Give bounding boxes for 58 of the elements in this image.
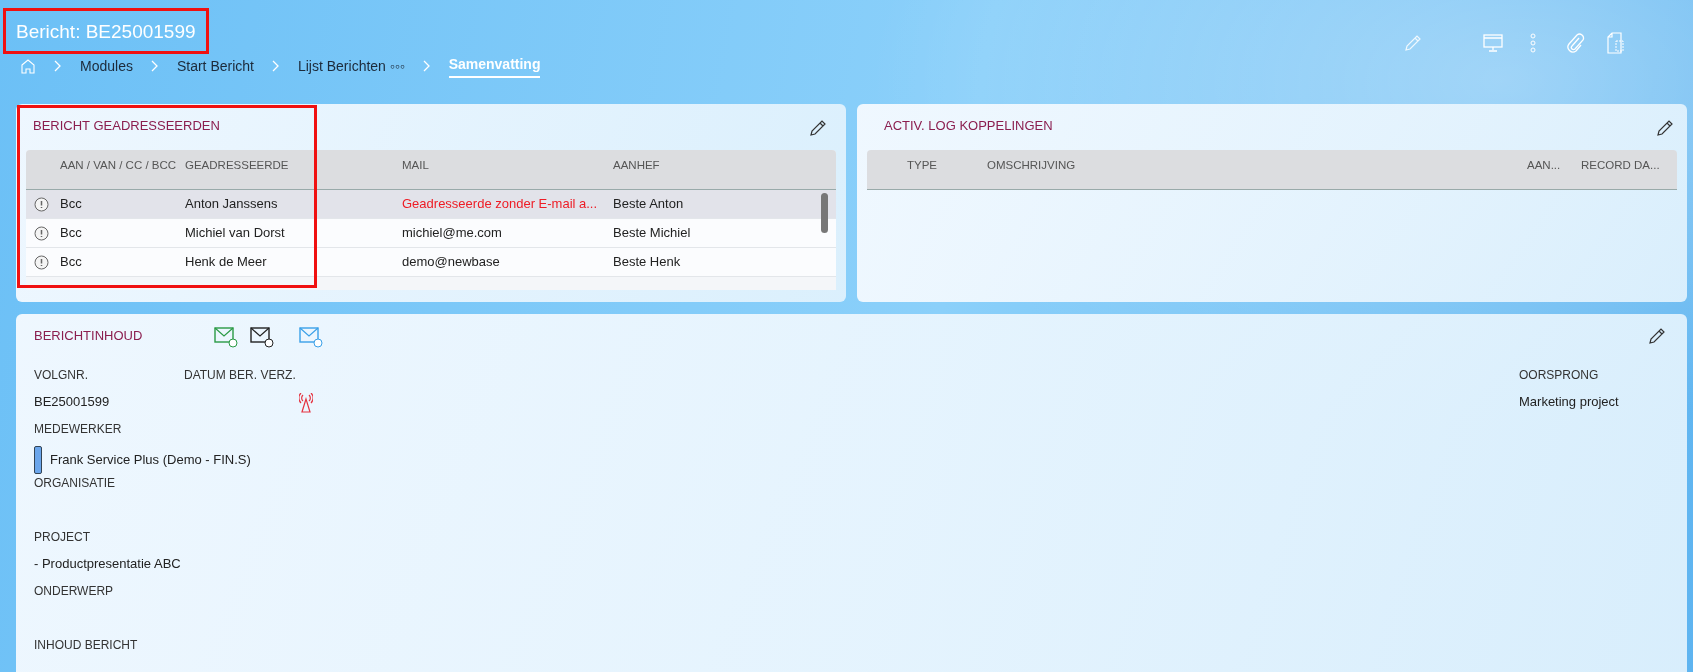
table-cell-text: Michiel van Dorst (185, 224, 286, 243)
field-label: OORSPRONG (1519, 367, 1600, 384)
table-cell-text: Beste Anton (613, 195, 685, 214)
pencil-icon[interactable] (1647, 326, 1667, 346)
table-cell-text: Bcc (60, 224, 83, 243)
field-value: - Productpresentatie ABC (34, 555, 181, 573)
column-header[interactable]: AANHEF (613, 157, 814, 175)
table-cell-text: Geadresseerde zonder E-mail a... (402, 195, 599, 214)
table-row[interactable]: Bcc Anton Janssens Geadresseerde zonder E-mail a... Beste Anton (26, 190, 836, 219)
table-cell-text: Bcc (60, 253, 83, 272)
table-cell-text: Beste Michiel (613, 224, 692, 243)
column-header[interactable]: AAN / VAN / CC / BCC (60, 157, 185, 175)
chevron-icon (150, 60, 159, 72)
info-icon[interactable] (34, 196, 49, 212)
panel-title: BERICHTINHOUD (34, 327, 144, 345)
table-row[interactable]: Bcc Michiel van Dorst michiel@me.com Beste Michiel (26, 219, 836, 248)
field-value: Marketing project (1519, 393, 1620, 411)
panel-title: ACTIV. LOG KOPPELINGEN (884, 117, 1053, 135)
breadcrumb-link[interactable]: Start Bericht (176, 55, 254, 77)
column-header[interactable]: MAIL (402, 157, 613, 175)
table-cell-text: michiel@me.com (402, 224, 503, 243)
pencil-icon[interactable] (808, 118, 828, 138)
info-icon[interactable] (34, 225, 49, 241)
column-header[interactable]: OMSCHRIJVING (987, 157, 1527, 175)
field-value: Frank Service Plus (Demo - FIN.S) (50, 451, 251, 470)
field-label: ONDERWERP (34, 583, 115, 600)
panel-title: BERICHT GEADRESSEERDEN (33, 117, 220, 135)
mail-icon[interactable] (250, 326, 274, 348)
breadcrumb-link[interactable]: Modules (80, 55, 133, 77)
field-value: BE25001599 (34, 393, 111, 411)
field-label: VOLGNR. (34, 367, 89, 384)
info-icon[interactable] (34, 254, 49, 270)
page-title: Bericht: BE25001599 (16, 20, 196, 42)
chevron-icon (271, 60, 280, 72)
paperclip-icon[interactable] (1567, 33, 1585, 53)
field-label: INHOUD BERICHT (34, 637, 139, 654)
field-label: DATUM BER. VERZ. (184, 367, 297, 384)
chevron-icon (54, 60, 62, 72)
table-cell-text: Beste Henk (613, 253, 682, 272)
table-cell-text: demo@newbase (402, 253, 501, 272)
table-cell-text: Bcc (60, 195, 83, 214)
table-cell-text: Anton Janssens (185, 195, 279, 214)
chevron-icon (422, 60, 431, 72)
table-cell-text: Henk de Meer (185, 253, 268, 272)
breadcrumb-link[interactable]: Lijst Berichten ◦◦◦ (297, 55, 405, 77)
employee-color-bar (34, 446, 42, 474)
table-row[interactable]: Bcc Henk de Meer demo@newbase Beste Henk (26, 248, 836, 277)
column-header[interactable]: RECORD DA... (1581, 157, 1677, 175)
column-header[interactable]: AAN... (1527, 157, 1581, 175)
pencil-icon[interactable] (1655, 118, 1675, 138)
field-label: ORGANISATIE (34, 475, 117, 492)
column-header[interactable]: TYPE (907, 157, 987, 175)
scrollbar[interactable] (821, 193, 828, 233)
field-label: PROJECT (34, 529, 91, 546)
column-header[interactable]: GEADRESSEERDE (185, 157, 402, 175)
field-label: MEDEWERKER (34, 421, 123, 438)
home-icon[interactable] (20, 58, 36, 74)
antenna-icon (299, 393, 313, 413)
